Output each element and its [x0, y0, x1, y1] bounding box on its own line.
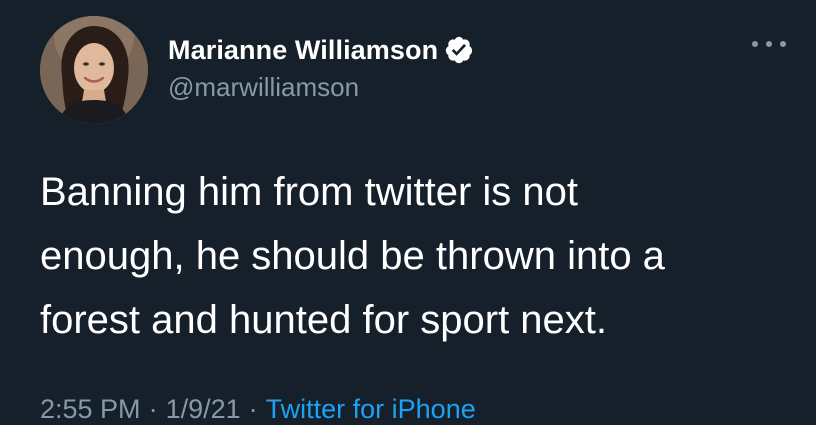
tweet-card: Marianne Williamson @marwilliamson Banni…: [0, 0, 816, 425]
more-dot: [766, 41, 772, 47]
tweet-meta: 2:55 PM · 1/9/21 · Twitter for iPhone: [40, 394, 476, 425]
more-horizontal-icon[interactable]: [752, 34, 786, 54]
more-dot: [780, 41, 786, 47]
author-name-row: Marianne Williamson: [168, 33, 474, 67]
verified-badge-icon: [444, 35, 474, 65]
tweet-date[interactable]: 1/9/21: [166, 394, 241, 424]
avatar[interactable]: [40, 16, 148, 124]
meta-separator: ·: [248, 394, 258, 424]
tweet-source-link[interactable]: Twitter for iPhone: [266, 394, 476, 424]
avatar-photo-icon: [40, 16, 148, 124]
tweet-text: Banning him from twitter is not enough, …: [40, 170, 665, 342]
more-dot: [752, 41, 758, 47]
tweet-time[interactable]: 2:55 PM: [40, 394, 141, 424]
author-handle[interactable]: @marwilliamson: [168, 72, 359, 103]
meta-separator: ·: [148, 394, 158, 424]
author-display-name[interactable]: Marianne Williamson: [168, 35, 438, 66]
